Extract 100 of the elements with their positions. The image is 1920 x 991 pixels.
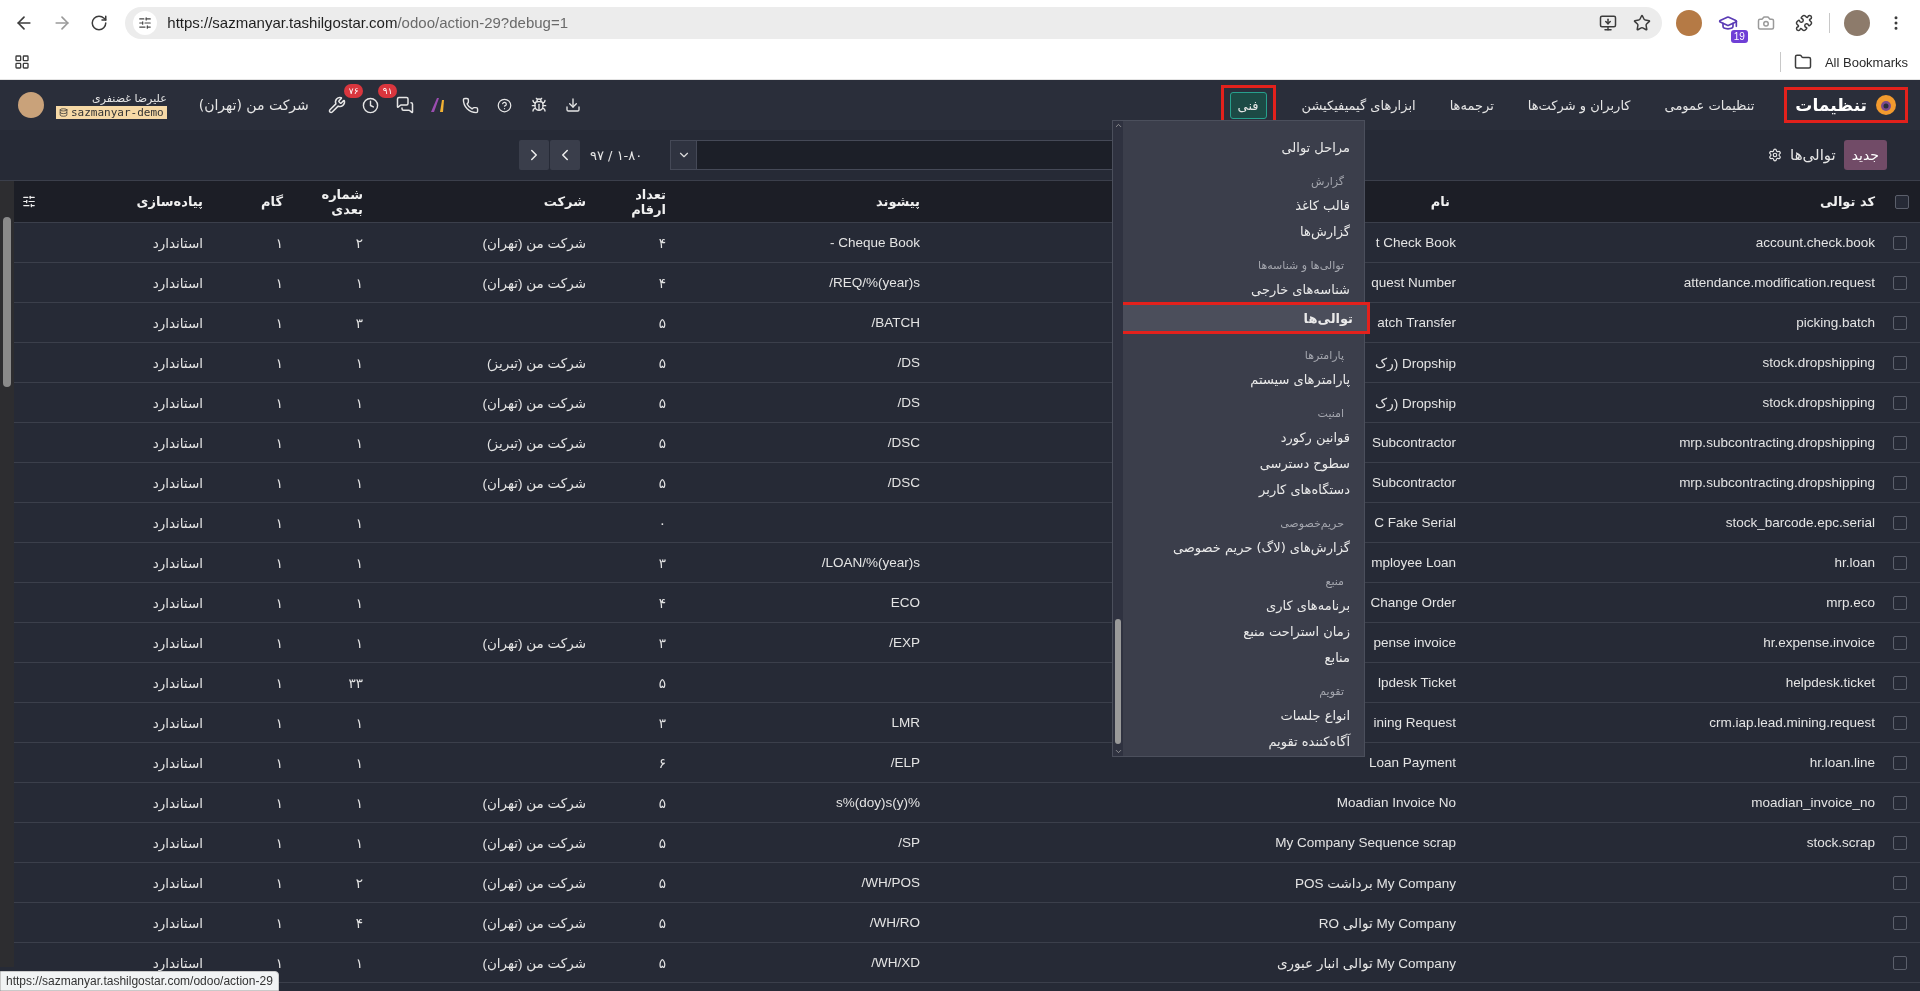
table-cell: استاندارد	[152, 634, 203, 651]
column-header[interactable]: شرکت	[543, 194, 586, 209]
chat-icon[interactable]	[394, 95, 415, 115]
column-header[interactable]: نام	[1430, 194, 1450, 209]
table-cell: استاندارد	[152, 434, 203, 451]
user-avatar[interactable]	[18, 92, 44, 118]
row-checkbox[interactable]	[1892, 395, 1907, 410]
dropdown-item[interactable]: انواع جلسات	[1123, 702, 1364, 728]
table-cell: ۵	[658, 954, 666, 971]
table-cell: moadian_invoice_no	[1751, 795, 1875, 810]
row-checkbox[interactable]	[1892, 475, 1907, 490]
dropdown-item[interactable]: قالب کاغذ	[1123, 192, 1364, 218]
row-checkbox[interactable]	[1892, 275, 1907, 290]
dropdown-item[interactable]: پارامترهای سیستم	[1123, 366, 1364, 392]
row-checkbox[interactable]	[1892, 355, 1907, 370]
column-header[interactable]: پیاده‌سازی	[136, 194, 203, 209]
menu-item[interactable]: ترجمه‌ها	[1441, 91, 1502, 119]
table-cell: C Fake Serial	[1374, 515, 1456, 530]
dropdown-item[interactable]: دستگاه‌های کاربر	[1123, 476, 1364, 502]
row-checkbox[interactable]	[1892, 595, 1907, 610]
menu-item[interactable]: کاربران و شرکت‌ها	[1519, 91, 1639, 119]
tools-icon[interactable]	[326, 95, 347, 115]
table-cell: /LOAN/%(year)s	[821, 555, 920, 570]
company-switcher[interactable]: شرکت من (تهران)	[198, 97, 309, 113]
logo-icon[interactable]	[428, 96, 447, 114]
app-brand[interactable]: تنظیمات	[1784, 87, 1908, 123]
table-cell: شرکت من (تهران)	[482, 634, 586, 651]
row-checkbox[interactable]	[1892, 795, 1907, 810]
search-options-toggle[interactable]	[670, 140, 698, 170]
column-header[interactable]: پیشوند	[876, 194, 920, 209]
table-cell: استاندارد	[152, 674, 203, 691]
table-cell: استاندارد	[152, 234, 203, 251]
dropdown-item[interactable]: آگاه‌کننده تقویم	[1123, 728, 1364, 754]
table-cell: ۲	[355, 234, 363, 251]
table-cell: ۵	[658, 674, 666, 691]
site-settings-icon[interactable]	[133, 10, 158, 35]
menu-item[interactable]: ابزارهای گیمیفیکیشن	[1293, 91, 1424, 119]
dropdown-item[interactable]: زمان استراحت منبع	[1123, 618, 1364, 644]
dropdown-item[interactable]: توالی‌ها	[1120, 305, 1367, 331]
menu-section-header: پارامترها	[1304, 349, 1344, 362]
menu-section-header: حریم‌خصوصی	[1280, 517, 1344, 530]
new-button[interactable]: جدید	[1843, 140, 1887, 170]
table-cell: mrp.subcontracting.dropshipping	[1679, 435, 1875, 450]
table-cell: ۱	[355, 634, 363, 651]
dropdown-item[interactable]: برنامه‌های کاری	[1123, 592, 1364, 618]
table-cell: ۱	[355, 594, 363, 611]
row-checkbox[interactable]	[1892, 555, 1907, 570]
table-cell: استاندارد	[152, 514, 203, 531]
row-checkbox[interactable]	[1892, 955, 1907, 970]
scroll-down-icon[interactable]	[1113, 747, 1123, 756]
row-checkbox[interactable]	[1892, 315, 1907, 330]
address-bar[interactable]: https://sazmanyar.tashilgostar.com/odoo/action-29?debug=1	[125, 6, 1663, 39]
row-checkbox[interactable]	[1892, 675, 1907, 690]
menu-scrollbar[interactable]	[1113, 121, 1123, 756]
row-checkbox[interactable]	[1892, 235, 1907, 250]
table-cell: شرکت من (تبریز)	[487, 354, 586, 371]
activity-count-badge: ۷۶	[343, 84, 364, 98]
user-name[interactable]: علیرضا غضنفری	[92, 91, 167, 105]
row-checkbox[interactable]	[1892, 835, 1907, 850]
dropdown-item[interactable]: قوانین رکورد	[1123, 424, 1364, 450]
optional-columns-icon[interactable]	[22, 194, 36, 209]
dropdown-item[interactable]: منابع	[1123, 644, 1364, 670]
scroll-up-icon[interactable]	[1113, 121, 1123, 130]
table-cell: استاندارد	[152, 794, 203, 811]
clock-icon[interactable]	[360, 95, 381, 115]
dropdown-item[interactable]: مراحل توالی	[1123, 134, 1364, 160]
extension-badge: 19	[1730, 29, 1748, 43]
table-cell: شرکت من (تهران)	[482, 234, 586, 251]
pager-text[interactable]: ۱-۸۰ / ۹۷	[590, 147, 643, 163]
extension-icon[interactable]	[1676, 9, 1703, 36]
table-cell: ۵	[658, 354, 666, 371]
table-cell: Dropship (رک	[1375, 394, 1456, 411]
row-checkbox[interactable]	[1892, 515, 1907, 530]
table-cell: stock.dropshipping	[1762, 395, 1875, 410]
select-all-checkbox[interactable]	[1894, 194, 1909, 209]
row-checkbox[interactable]	[1892, 915, 1907, 930]
bookmarks-link[interactable]: All Bookmarks	[1824, 54, 1908, 70]
dropdown-item[interactable]: سطوح دسترسی	[1123, 450, 1364, 476]
row-checkbox[interactable]	[1892, 635, 1907, 650]
table-cell: ۵	[658, 314, 666, 331]
dropdown-item[interactable]: شناسه‌های خارجی	[1123, 276, 1364, 302]
dropdown-item[interactable]: گزارش‌های (لاگ) حریم خصوصی	[1123, 534, 1364, 560]
column-header[interactable]: گام	[261, 194, 283, 209]
table-cell: Subcontractor	[1371, 435, 1456, 450]
column-header[interactable]: کد توالی	[1819, 194, 1875, 209]
row-checkbox[interactable]	[1892, 755, 1907, 770]
row-checkbox[interactable]	[1892, 435, 1907, 450]
profile-avatar[interactable]	[1844, 9, 1871, 36]
row-checkbox[interactable]	[1892, 875, 1907, 890]
menu-section-header: تقویم	[1319, 685, 1344, 698]
menu-item[interactable]: تنظیمات عمومی	[1656, 91, 1763, 119]
scrollbar[interactable]	[0, 181, 14, 967]
next-page-button[interactable]	[550, 140, 580, 170]
previous-page-button[interactable]	[519, 140, 549, 170]
dropdown-item[interactable]: گزارش‌ها	[1123, 218, 1364, 244]
phone-icon[interactable]	[460, 95, 481, 115]
table-cell: My Company برداشت POS	[1294, 874, 1456, 891]
settings-icon[interactable]	[1768, 148, 1783, 162]
row-checkbox[interactable]	[1892, 715, 1907, 730]
menu-item[interactable]: فنی	[1229, 91, 1267, 119]
